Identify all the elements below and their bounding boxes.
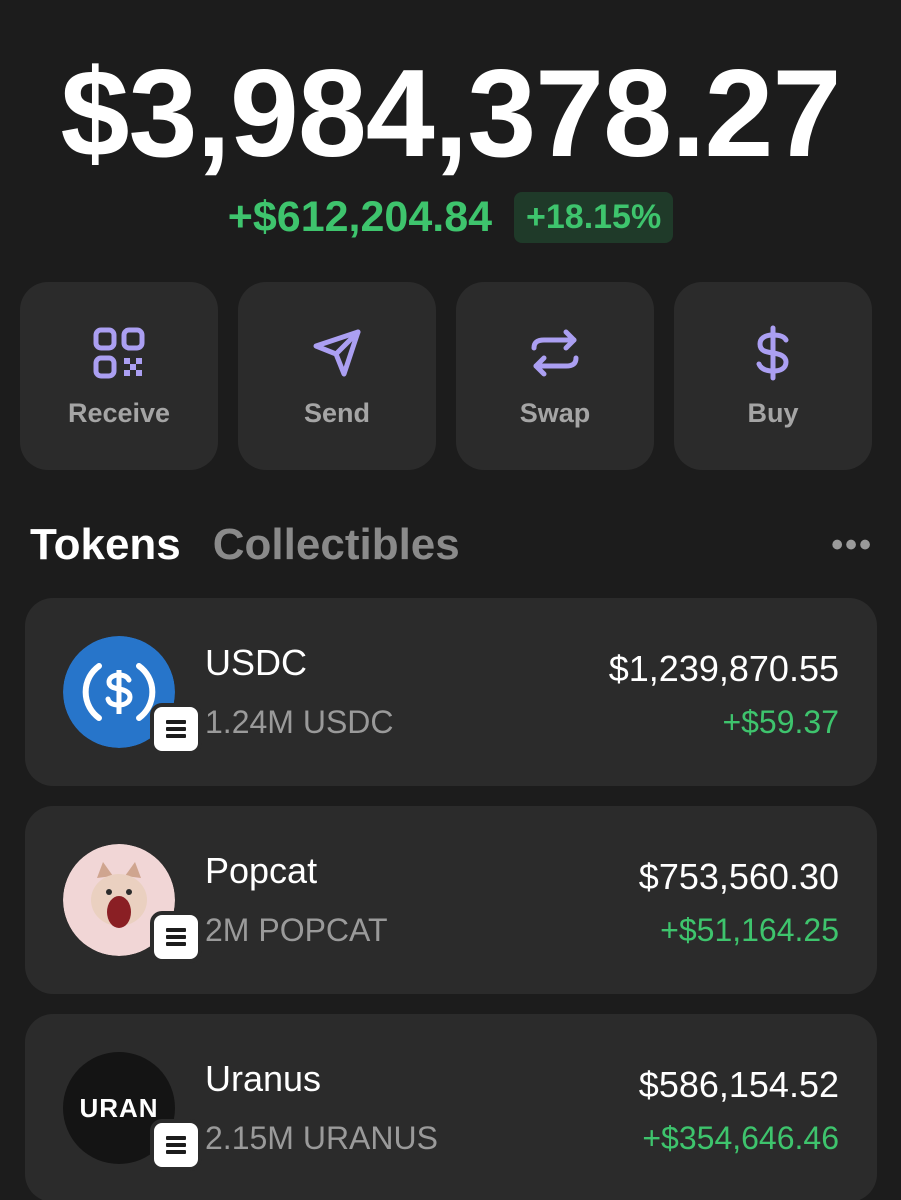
solana-badge-icon — [150, 703, 202, 755]
more-options-icon[interactable]: ••• — [831, 526, 873, 565]
send-icon — [313, 329, 361, 376]
portfolio-balance: $3,984,378.27 — [60, 45, 842, 183]
token-change: +$51,164.25 — [660, 912, 839, 948]
token-amount: 2.15M URANUS — [205, 1120, 438, 1156]
token-amount: 1.24M USDC — [205, 704, 394, 740]
token-row-popcat[interactable]: Popcat 2M POPCAT $753,560.30 +$51,164.25 — [25, 806, 877, 994]
token-name: USDC — [205, 642, 308, 683]
token-list: USDC 1.24M USDC $1,239,870.55 +$59.37 Po… — [25, 598, 877, 1200]
token-value: $1,239,870.55 — [608, 648, 839, 689]
token-value: $586,154.52 — [638, 1064, 839, 1105]
token-row-uranus[interactable]: URAN Uranus 2.15M URANUS $586,154.52 +$3… — [25, 1014, 877, 1200]
token-name: Uranus — [205, 1058, 322, 1099]
token-change: +$354,646.46 — [642, 1120, 839, 1156]
tab-tokens[interactable]: Tokens — [30, 520, 181, 570]
receive-label: Receive — [67, 397, 171, 428]
swap-button[interactable]: Swap — [456, 282, 654, 470]
uranus-logo-text: URAN — [79, 1092, 159, 1123]
send-label: Send — [303, 397, 370, 428]
portfolio-change-row: +$612,204.84 +18.15% — [0, 192, 901, 243]
token-change: +$59.37 — [722, 704, 839, 740]
token-row-usdc[interactable]: USDC 1.24M USDC $1,239,870.55 +$59.37 — [25, 598, 877, 786]
solana-badge-icon — [150, 1119, 202, 1171]
action-bar: Receive Send Swap Buy — [20, 282, 873, 470]
token-name: Popcat — [205, 850, 318, 891]
solana-badge-icon — [150, 911, 202, 963]
qr-code-icon — [93, 327, 145, 378]
buy-label: Buy — [747, 397, 799, 428]
buy-button[interactable]: Buy — [674, 282, 872, 470]
send-button[interactable]: Send — [238, 282, 436, 470]
swap-label: Swap — [519, 397, 591, 428]
swap-icon — [531, 329, 579, 376]
receive-button[interactable]: Receive — [20, 282, 218, 470]
tab-collectibles[interactable]: Collectibles — [213, 520, 460, 570]
token-value: $753,560.30 — [638, 856, 839, 897]
portfolio-change-percent-badge: +18.15% — [514, 192, 674, 243]
asset-tabs: Tokens Collectibles ••• — [30, 520, 873, 570]
portfolio-change-amount: +$612,204.84 — [227, 193, 493, 241]
dollar-icon — [756, 325, 789, 380]
token-amount: 2M POPCAT — [205, 912, 388, 948]
